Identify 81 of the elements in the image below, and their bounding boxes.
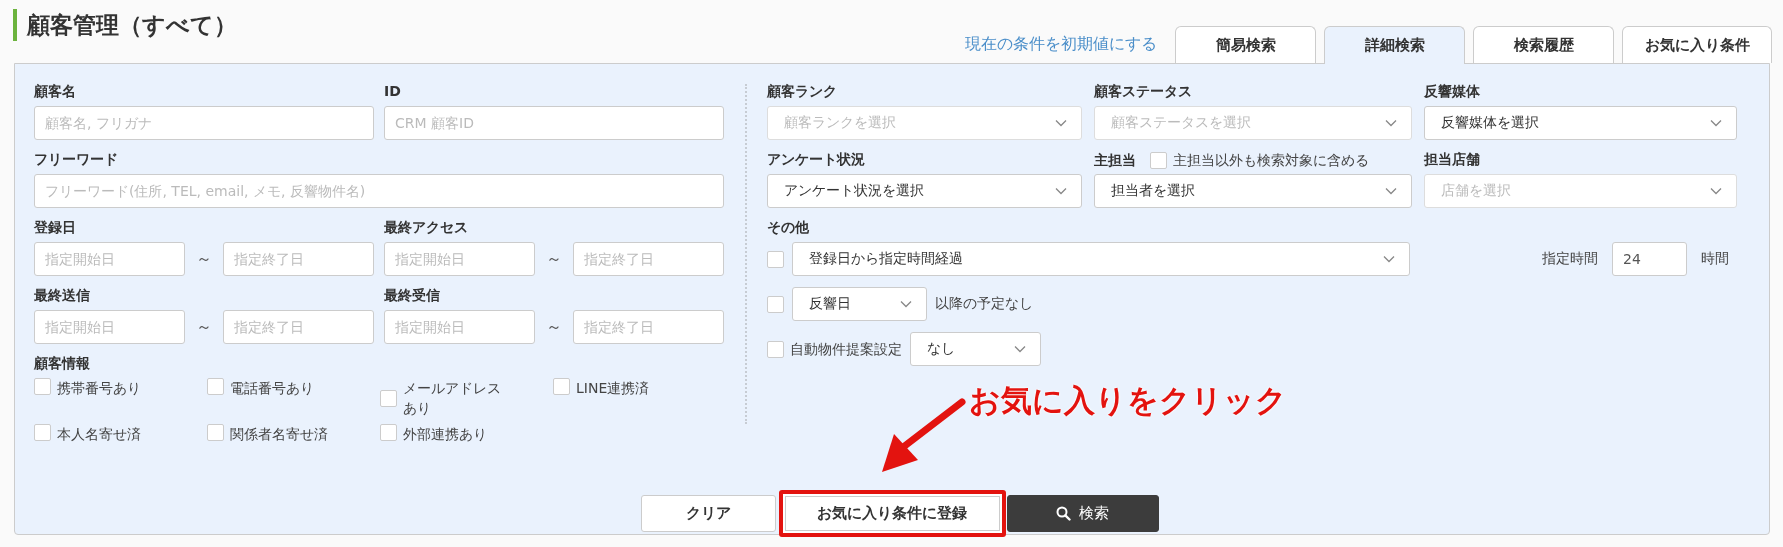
hours-label: 指定時間	[1542, 250, 1598, 268]
chevron-down-icon	[1055, 119, 1067, 127]
page-title: 顧客管理（すべて）	[13, 9, 237, 41]
dropdown[interactable]: 反響媒体を選択	[1424, 106, 1737, 140]
checkbox[interactable]	[207, 378, 224, 395]
input-field[interactable]: 指定終了日	[223, 310, 374, 344]
checkbox-label: LINE連携済	[576, 379, 650, 398]
field-label: ID	[384, 82, 402, 101]
annotation-text: お気に入りをクリック	[969, 381, 1287, 420]
search-button[interactable]: 検索	[1006, 495, 1159, 532]
input-field[interactable]: 指定開始日	[34, 242, 185, 276]
checkbox[interactable]	[1150, 151, 1167, 169]
dropdown[interactable]: 担当者を選択	[1094, 174, 1412, 208]
hours-unit: 時間	[1701, 250, 1729, 268]
checkbox[interactable]	[767, 250, 784, 268]
field-label: その他	[767, 218, 810, 237]
field-label: 顧客ステータス	[1094, 82, 1193, 101]
dropdown[interactable]: なし	[910, 332, 1041, 366]
field-label: 顧客名	[34, 82, 77, 101]
dropdown[interactable]: アンケート状況を選択	[767, 174, 1082, 208]
field-label: アンケート状況	[767, 150, 866, 169]
checkbox-label: 携帯番号あり	[57, 379, 141, 398]
field-label: 登録日	[34, 218, 77, 237]
range-separator: ～	[545, 316, 563, 338]
checkbox[interactable]	[207, 424, 224, 441]
checkbox-label: 外部連携あり	[403, 425, 487, 444]
checkbox-label: 関係者名寄せ済	[230, 425, 328, 444]
suffix-text: 以降の予定なし	[935, 295, 1033, 313]
search-icon	[1056, 506, 1071, 521]
tab[interactable]: 検索履歴	[1473, 26, 1614, 63]
checkbox-label: 自動物件提案設定	[790, 340, 902, 359]
chevron-down-icon	[1385, 119, 1397, 127]
checkbox-label: 電話番号あり	[230, 379, 314, 398]
checkbox[interactable]	[553, 378, 570, 395]
field-label: 主担当	[1094, 151, 1136, 170]
input-field[interactable]: フリーワード(住所, TEL, email, メモ, 反響物件名)	[34, 174, 724, 208]
chevron-down-icon	[1385, 187, 1397, 195]
dropdown[interactable]: 登録日から指定時間経過	[792, 242, 1410, 276]
tab[interactable]: お気に入り条件	[1622, 26, 1772, 63]
checkbox[interactable]	[380, 424, 397, 441]
chevron-down-icon	[900, 300, 912, 308]
input-field[interactable]: 指定開始日	[34, 310, 185, 344]
chevron-down-icon	[1710, 187, 1722, 195]
chevron-down-icon	[1710, 119, 1722, 127]
field-label: 最終受信	[384, 286, 441, 305]
field-label: 最終送信	[34, 286, 91, 305]
input-field[interactable]: CRM 顧客ID	[384, 106, 724, 140]
input-field[interactable]: 指定終了日	[573, 242, 724, 276]
chevron-down-icon	[1014, 345, 1026, 353]
field-label: 反響媒体	[1424, 82, 1481, 101]
field-label: フリーワード	[34, 150, 119, 169]
checkbox[interactable]	[380, 389, 397, 407]
input-field[interactable]: 指定開始日	[384, 242, 535, 276]
range-separator: ～	[545, 248, 563, 270]
chevron-down-icon	[1055, 187, 1067, 195]
input-field[interactable]: 指定開始日	[384, 310, 535, 344]
checkbox[interactable]	[767, 295, 784, 313]
checkbox-label: 本人名寄せ済	[57, 425, 141, 444]
checkbox[interactable]	[34, 424, 51, 441]
checkbox-label: 主担当以外も検索対象に含める	[1173, 151, 1369, 170]
field-label: 顧客ランク	[767, 82, 838, 101]
reset-link[interactable]: 現在の条件を初期値にする	[965, 34, 1157, 55]
range-separator: ～	[195, 316, 213, 338]
action-button[interactable]: お気に入り条件に登録	[778, 490, 1006, 537]
input-field[interactable]: 指定終了日	[573, 310, 724, 344]
chevron-down-icon	[1383, 255, 1395, 263]
range-separator: ～	[195, 248, 213, 270]
checkbox-label: メールアドレスあり	[403, 379, 502, 418]
checkbox[interactable]	[34, 378, 51, 395]
dropdown[interactable]: 反響日	[792, 287, 927, 321]
checkbox[interactable]	[767, 340, 784, 358]
field-label: 顧客情報	[34, 354, 91, 373]
field-label: 担当店舗	[1424, 150, 1481, 169]
tab[interactable]: 簡易検索	[1175, 26, 1316, 63]
tab[interactable]: 詳細検索	[1324, 26, 1465, 64]
field-label: 最終アクセス	[384, 218, 469, 237]
input-field[interactable]: 24	[1612, 242, 1687, 276]
arrow-icon	[882, 398, 966, 472]
input-field[interactable]: 指定終了日	[223, 242, 374, 276]
input-field[interactable]: 顧客名, フリガナ	[34, 106, 374, 140]
action-button[interactable]: クリア	[640, 495, 776, 532]
